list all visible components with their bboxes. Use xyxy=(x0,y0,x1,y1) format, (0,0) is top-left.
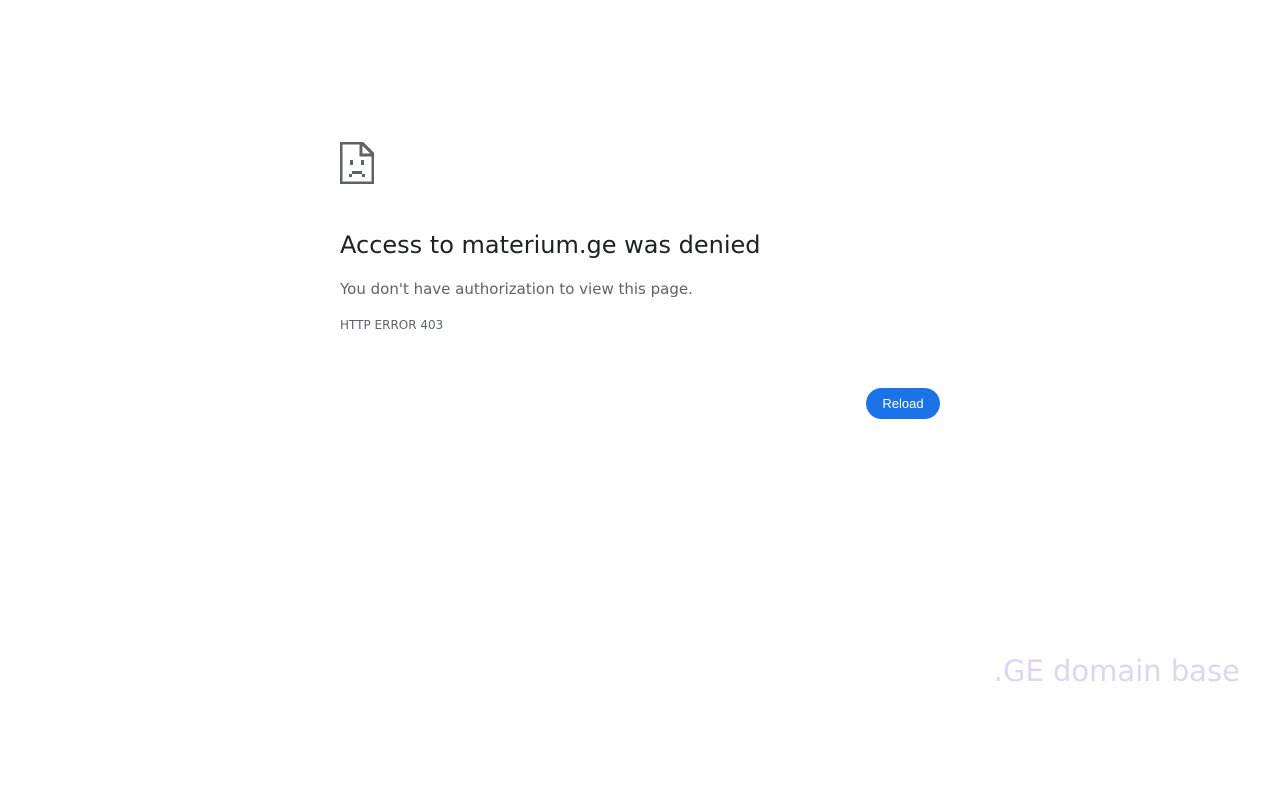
page-title: Access to materium.ge was denied xyxy=(340,231,761,259)
sad-document-icon xyxy=(340,142,374,184)
error-code: HTTP ERROR 403 xyxy=(340,318,444,332)
watermark-text: .GE domain base xyxy=(993,654,1240,688)
error-page: Access to materium.ge was denied You don… xyxy=(0,0,1280,800)
reload-button[interactable]: Reload xyxy=(866,388,940,419)
error-message: You don't have authorization to view thi… xyxy=(340,280,693,298)
